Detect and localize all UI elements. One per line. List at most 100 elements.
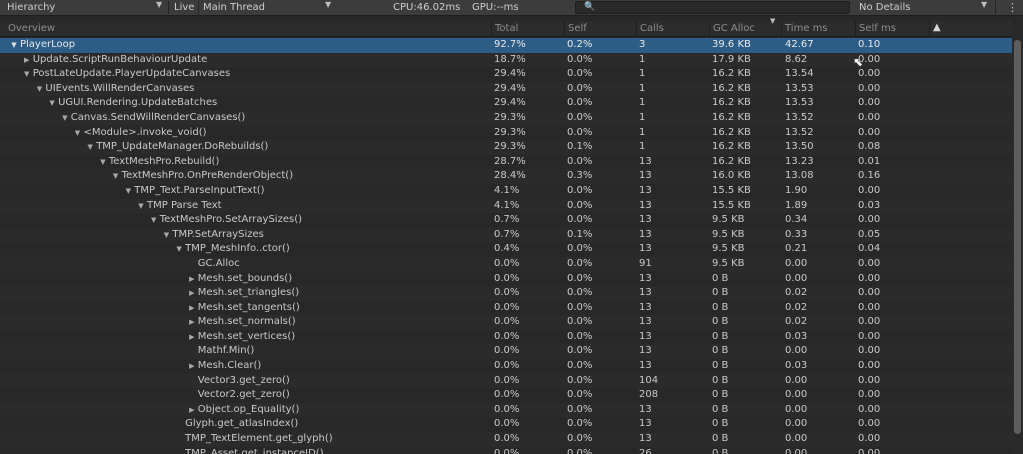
time-ms-cell: 0.02 bbox=[785, 301, 808, 313]
expand-triangle-icon[interactable]: ▶ bbox=[186, 330, 198, 345]
function-name: UIEvents.WillRenderCanvases bbox=[45, 82, 195, 94]
column-calls[interactable]: Calls bbox=[636, 21, 709, 37]
tree-row[interactable]: ▶ Mesh.set_normals() 0.0% 0.0% 13 0 B 0.02 0.00 bbox=[0, 315, 1012, 330]
row-name-cell: ▶ Update.ScriptRunBehaviourUpdate bbox=[21, 53, 207, 68]
collapse-triangle-icon[interactable]: ▼ bbox=[148, 213, 160, 228]
tree-row[interactable]: ▼ UGUI.Rendering.UpdateBatches 29.4% 0.0% 1 1… bbox=[0, 96, 1012, 111]
expand-triangle-icon[interactable]: ▶ bbox=[186, 286, 198, 301]
calls-cell: 3 bbox=[639, 39, 646, 50]
self-cell: 0.0% bbox=[567, 184, 593, 196]
tree-row[interactable]: TMP_Asset.get_instanceID() 0.0% 0.0% 26 0 B 0… bbox=[0, 447, 1012, 454]
total-cell: 0.0% bbox=[494, 287, 520, 299]
time-ms-cell: 1.89 bbox=[785, 199, 808, 211]
collapse-triangle-icon[interactable]: ▼ bbox=[97, 155, 109, 170]
collapse-triangle-icon[interactable]: ▼ bbox=[8, 38, 20, 53]
self-ms-cell: 0.00 bbox=[858, 433, 881, 445]
tree-row[interactable]: ▼ TMP.SetArraySizes 0.7% 0.1% 13 9.5 KB 0.33 0.… bbox=[0, 227, 1012, 243]
column-self-ms[interactable]: Self ms bbox=[855, 21, 929, 37]
gc-alloc-cell: 0 B bbox=[712, 272, 729, 284]
tree-row[interactable]: ▼ TextMeshPro.Rebuild() 28.7% 0.0% 13 16.2 KB… bbox=[0, 155, 1012, 170]
function-name: Object.op_Equality() bbox=[197, 403, 300, 415]
tree-row[interactable]: ▼ PlayerLoop 92.7% 0.2% 3 39.6 KB 42.67 0.10 bbox=[0, 38, 1012, 53]
self-ms-cell: 0.00 bbox=[858, 418, 881, 430]
tree-row[interactable]: Glyph.get_atlasIndex() 0.0% 0.0% 13 0 B 0.00 0… bbox=[0, 417, 1012, 432]
tree-row[interactable]: TMP_TextElement.get_glyph() 0.0% 0.0% 13 0 B… bbox=[0, 432, 1012, 447]
tree-row[interactable]: ▼ Canvas.SendWillRenderCanvases() 29.3% 0.0… bbox=[0, 110, 1012, 126]
time-ms-cell: 13.53 bbox=[785, 97, 814, 109]
thread-dropdown[interactable]: Main Thread bbox=[203, 0, 334, 15]
self-cell: 0.0% bbox=[567, 287, 593, 299]
time-ms-cell: 13.53 bbox=[785, 82, 814, 94]
column-self[interactable]: Self bbox=[564, 21, 636, 37]
expand-triangle-icon[interactable]: ▶ bbox=[21, 53, 33, 68]
function-name: TMP_UpdateManager.DoRebuilds() bbox=[96, 141, 269, 153]
tree-row[interactable]: ▼ TMP_Text.ParseInputText() 4.1% 0.0% 13 15.5… bbox=[0, 184, 1012, 199]
row-name-cell: ▼ TMP_Text.ParseInputText() bbox=[122, 184, 265, 199]
tree-row[interactable]: ▶ Mesh.set_triangles() 0.0% 0.0% 13 0 B 0.02 0.… bbox=[0, 286, 1012, 301]
tree-row[interactable]: Vector3.get_zero() 0.0% 0.0% 104 0 B 0.00 0.00 bbox=[0, 373, 1012, 389]
self-ms-cell: 0.00 bbox=[858, 360, 881, 372]
collapse-triangle-icon[interactable]: ▼ bbox=[46, 96, 58, 111]
expand-triangle-icon[interactable]: ▶ bbox=[186, 315, 198, 330]
column-total[interactable]: Total bbox=[491, 21, 564, 37]
collapse-triangle-icon[interactable]: ▼ bbox=[135, 199, 147, 214]
tree-row[interactable]: GC.Alloc 0.0% 0.0% 91 9.5 KB 0.00 0.00 bbox=[0, 256, 1012, 272]
live-toggle[interactable]: Live bbox=[174, 0, 194, 15]
row-name-cell: ▼ TMP_MeshInfo..ctor() bbox=[173, 242, 289, 257]
tree-row[interactable]: ▼ TextMeshPro.OnPreRenderObject() 28.4% 0.3… bbox=[0, 169, 1012, 184]
collapse-triangle-icon[interactable]: ▼ bbox=[122, 184, 134, 199]
tree-row[interactable]: Mathf.Min() 0.0% 0.0% 13 0 B 0.00 0.00 bbox=[0, 344, 1012, 360]
expand-triangle-icon[interactable]: ▶ bbox=[186, 272, 198, 287]
function-name: PlayerLoop bbox=[20, 39, 76, 50]
tree-row[interactable]: ▶ Object.op_Equality() 0.0% 0.0% 13 0 B 0.00 0.… bbox=[0, 402, 1012, 418]
collapse-triangle-icon[interactable]: ▼ bbox=[59, 111, 71, 126]
collapse-triangle-icon[interactable]: ▼ bbox=[21, 67, 33, 82]
collapse-triangle-icon[interactable]: ▼ bbox=[160, 228, 172, 243]
details-dropdown[interactable]: No Details bbox=[859, 0, 991, 15]
function-name: TextMeshPro.OnPreRenderObject() bbox=[121, 170, 294, 182]
collapse-triangle-icon[interactable]: ▼ bbox=[110, 169, 122, 184]
pin-triangle-icon[interactable]: ▲ bbox=[933, 22, 941, 33]
collapse-triangle-icon[interactable]: ▼ bbox=[33, 82, 45, 97]
self-ms-cell: 0.00 bbox=[858, 316, 881, 328]
view-mode-dropdown[interactable]: Hierarchy bbox=[7, 0, 165, 15]
collapse-triangle-icon[interactable]: ▼ bbox=[84, 140, 96, 155]
total-cell: 0.0% bbox=[494, 418, 520, 430]
calls-cell: 13 bbox=[639, 433, 652, 445]
expand-triangle-icon[interactable]: ▶ bbox=[186, 359, 198, 374]
collapse-triangle-icon[interactable]: ▼ bbox=[72, 126, 84, 141]
tree-row[interactable]: ▼ TMP Parse Text 4.1% 0.0% 13 15.5 KB 1.89 0.03 bbox=[0, 198, 1012, 214]
tree-row[interactable]: ▶ Mesh.set_vertices() 0.0% 0.0% 13 0 B 0.03 0.0… bbox=[0, 330, 1012, 345]
total-cell: 0.7% bbox=[494, 214, 520, 226]
self-cell: 0.0% bbox=[567, 97, 593, 109]
total-cell: 0.0% bbox=[494, 389, 520, 401]
tree-row[interactable]: ▶ Mesh.set_bounds() 0.0% 0.0% 13 0 B 0.00 0.00 bbox=[0, 272, 1012, 287]
tree-row[interactable]: ▼ <Module>.invoke_void() 29.3% 0.0% 1 16.2 KB… bbox=[0, 126, 1012, 141]
self-ms-cell: 0.00 bbox=[858, 389, 881, 401]
tree-row[interactable]: ▼ TextMeshPro.SetArraySizes() 0.7% 0.0% 13 9.… bbox=[0, 213, 1012, 228]
more-options-icon[interactable]: ⋮ bbox=[1007, 1, 1018, 14]
search-input[interactable] bbox=[575, 1, 850, 14]
expand-triangle-icon[interactable]: ▶ bbox=[186, 403, 198, 418]
column-overview[interactable]: Overview bbox=[0, 21, 491, 37]
row-name-cell: ▼ TextMeshPro.OnPreRenderObject() bbox=[110, 169, 294, 184]
tree-row[interactable]: ▼ PostLateUpdate.PlayerUpdateCanvases 29.4… bbox=[0, 67, 1012, 82]
expand-triangle-icon[interactable]: ▶ bbox=[186, 301, 198, 316]
tree-row[interactable]: ▼ TMP_UpdateManager.DoRebuilds() 29.3% 0.1%… bbox=[0, 140, 1012, 155]
gc-alloc-cell: 0 B bbox=[712, 360, 729, 372]
self-cell: 0.0% bbox=[567, 418, 593, 430]
calls-cell: 13 bbox=[639, 287, 652, 299]
tree-row[interactable]: ▼ UIEvents.WillRenderCanvases 29.4% 0.0% 1 16… bbox=[0, 81, 1012, 97]
tree-row[interactable]: ▶ Mesh.set_tangents() 0.0% 0.0% 13 0 B 0.02 0.0… bbox=[0, 301, 1012, 316]
self-cell: 0.0% bbox=[567, 257, 593, 269]
function-name: Mesh.set_bounds() bbox=[197, 272, 293, 284]
collapse-triangle-icon[interactable]: ▼ bbox=[173, 242, 185, 257]
tree-row[interactable]: ▶ Mesh.Clear() 0.0% 0.0% 13 0 B 0.03 0.00 bbox=[0, 359, 1012, 374]
tree-row[interactable]: ▼ TMP_MeshInfo..ctor() 0.4% 0.0% 13 9.5 KB 0.2… bbox=[0, 242, 1012, 257]
scrollbar-thumb[interactable] bbox=[1014, 40, 1021, 434]
self-ms-cell: 0.00 bbox=[858, 287, 881, 299]
self-ms-cell: 0.00 bbox=[858, 301, 881, 313]
column-time-ms[interactable]: Time ms bbox=[781, 21, 855, 37]
tree-row[interactable]: Vector2.get_zero() 0.0% 0.0% 208 0 B 0.00 0.00 bbox=[0, 388, 1012, 403]
total-cell: 0.0% bbox=[494, 301, 520, 313]
